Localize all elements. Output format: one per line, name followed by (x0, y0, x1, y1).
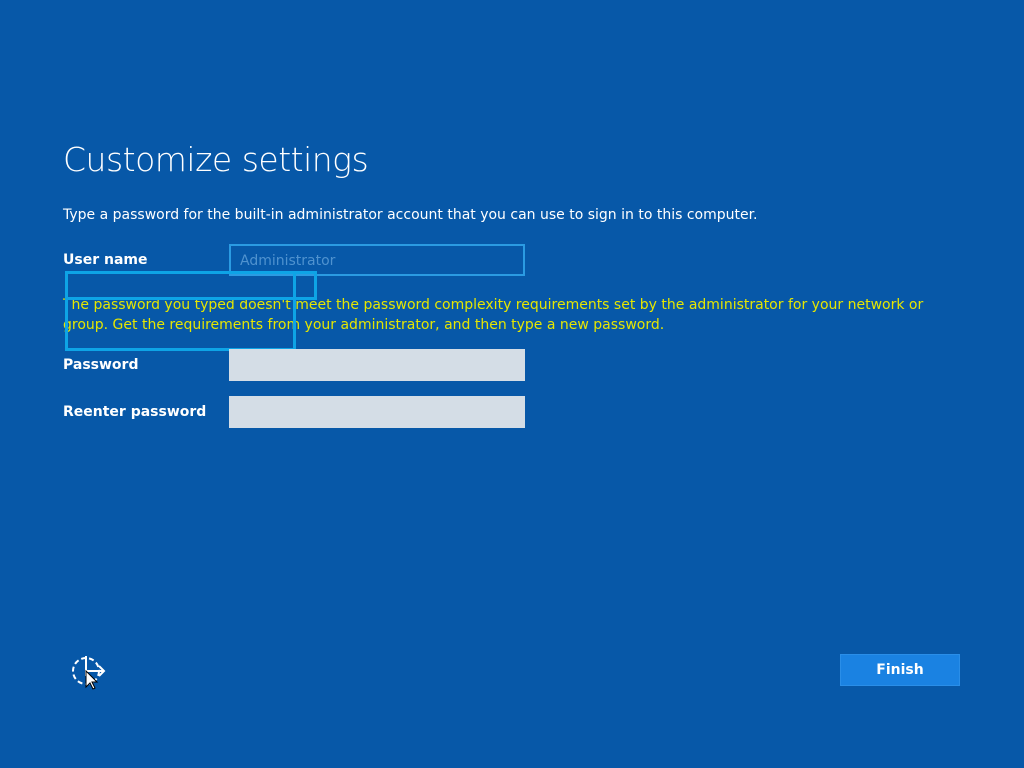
instructions-text: Type a password for the built-in adminis… (63, 207, 758, 223)
password-field[interactable] (229, 349, 525, 381)
ease-of-access-icon[interactable] (70, 654, 110, 690)
username-label: User name (63, 252, 148, 268)
password-error-message: The password you typed doesn't meet the … (63, 297, 924, 333)
page-title: Customize settings (63, 140, 369, 179)
username-field[interactable]: Administrator (229, 244, 525, 276)
reenter-password-field[interactable] (229, 396, 525, 428)
finish-button[interactable]: Finish (840, 654, 960, 686)
reenter-password-label: Reenter password (63, 404, 207, 420)
password-label: Password (63, 357, 139, 373)
